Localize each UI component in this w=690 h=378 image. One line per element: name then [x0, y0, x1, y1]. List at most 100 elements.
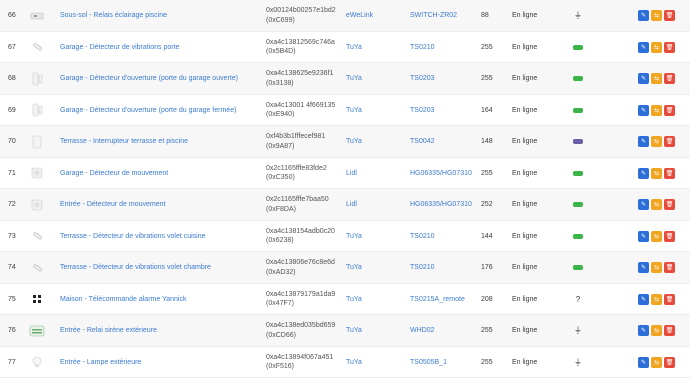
- edit-button[interactable]: ✎: [638, 262, 649, 273]
- manufacturer-link[interactable]: TuYa: [346, 315, 406, 346]
- device-index: 72: [8, 201, 16, 208]
- edit-button[interactable]: ✎: [638, 325, 649, 336]
- edit-button[interactable]: ✎: [638, 356, 649, 368]
- device-name-link[interactable]: Sous-sol - Relais éclairage piscine: [60, 0, 260, 31]
- device-name-link[interactable]: Garage - Détecteur d'ouverture (porte du…: [60, 95, 260, 126]
- rename-button[interactable]: ⇆: [651, 325, 662, 336]
- rename-button[interactable]: ⇆: [651, 262, 662, 273]
- device-name-link[interactable]: Terrasse - Détecteur de vibrations volet…: [60, 252, 260, 283]
- row-actions: ✎ ⇆ 🗑: [638, 0, 686, 31]
- row-actions: ✎ ⇆ 🗑: [638, 95, 686, 126]
- model-link[interactable]: SWITCH-ZR02: [410, 0, 490, 31]
- device-thumbnail: [27, 32, 47, 63]
- lqi-value: 255: [481, 43, 493, 51]
- device-address: 0x2c1165fffe83fde2 (0xC350): [266, 158, 346, 189]
- delete-button[interactable]: 🗑: [664, 73, 675, 84]
- manufacturer-link[interactable]: Lidl: [346, 189, 406, 220]
- manufacturer-link[interactable]: eWeLink: [346, 0, 406, 31]
- edit-button[interactable]: ✎: [638, 167, 649, 179]
- edit-button[interactable]: ✎: [638, 293, 649, 305]
- manufacturer-link[interactable]: TuYa: [346, 63, 406, 94]
- delete-button[interactable]: 🗑: [664, 262, 675, 273]
- lqi-value: 255: [481, 169, 493, 177]
- manufacturer-link[interactable]: TuYa: [346, 252, 406, 283]
- rename-button[interactable]: ⇆: [651, 199, 662, 210]
- device-name-link[interactable]: Garage - Détecteur de mouvement: [60, 158, 260, 189]
- delete-button[interactable]: 🗑: [664, 41, 675, 53]
- device-name-link[interactable]: Entrée - Lampe extérieure: [60, 347, 260, 378]
- model-link[interactable]: TS0215A_remote: [410, 284, 490, 315]
- status-text: En ligne: [512, 43, 538, 51]
- device-thumbnail: [27, 315, 47, 346]
- device-name-link[interactable]: Entrée - Détecteur de mouvement: [60, 189, 260, 220]
- rename-button[interactable]: ⇆: [651, 136, 662, 147]
- manufacturer-link[interactable]: TuYa: [346, 32, 406, 63]
- device-name-link[interactable]: Entrée - Relai sirène extérieure: [60, 315, 260, 346]
- device-name-link[interactable]: Garage - Détecteur de vibrations porte: [60, 32, 260, 63]
- model-link[interactable]: TS0210: [410, 221, 490, 252]
- rename-button[interactable]: ⇆: [651, 230, 662, 242]
- device-index: 66: [8, 12, 16, 19]
- lqi-value: 208: [481, 295, 493, 303]
- rename-button[interactable]: ⇆: [651, 73, 662, 84]
- network-address: (0xF516): [266, 363, 295, 370]
- device-name-link[interactable]: Maison - Télécommande alarme Yannick: [60, 284, 260, 315]
- delete-button[interactable]: 🗑: [664, 293, 675, 305]
- table-row: 66 Sous-sol - Relais éclairage piscine 0x0…: [0, 0, 690, 32]
- row-actions: ✎ ⇆ 🗑: [638, 158, 686, 189]
- manufacturer-link[interactable]: TuYa: [346, 95, 406, 126]
- row-actions: ✎ ⇆ 🗑: [638, 347, 686, 378]
- model-link[interactable]: TS0203: [410, 63, 490, 94]
- delete-button[interactable]: 🗑: [664, 136, 675, 147]
- model-link[interactable]: WHD02: [410, 315, 490, 346]
- manufacturer-link[interactable]: Lidl: [346, 158, 406, 189]
- device-name-link[interactable]: Terrasse - Interrupteur terrasse et pisc…: [60, 126, 260, 157]
- edit-button[interactable]: ✎: [638, 199, 649, 210]
- edit-button[interactable]: ✎: [638, 73, 649, 84]
- edit-button[interactable]: ✎: [638, 104, 649, 116]
- ieee-address: 0xa4c138154adb0c20: [266, 227, 335, 235]
- delete-button[interactable]: 🗑: [664, 199, 675, 210]
- model-link[interactable]: TS0210: [410, 32, 490, 63]
- battery-low-icon: [570, 126, 586, 157]
- model-link[interactable]: HG06335/HG07310: [410, 158, 490, 189]
- table-row: 71 Garage - Détecteur de mouvement 0x2c116…: [0, 157, 690, 189]
- delete-button[interactable]: 🗑: [664, 230, 675, 242]
- model-link[interactable]: TS0210: [410, 252, 490, 283]
- rename-button[interactable]: ⇆: [651, 10, 662, 21]
- device-thumbnail: [27, 221, 47, 252]
- network-address: (0xAD32): [266, 268, 296, 276]
- edit-button[interactable]: ✎: [638, 230, 649, 242]
- delete-button[interactable]: 🗑: [664, 356, 675, 368]
- device-index: 71: [8, 169, 16, 177]
- model-link[interactable]: TS0203: [410, 95, 490, 126]
- delete-button[interactable]: 🗑: [664, 104, 675, 116]
- device-name-link[interactable]: Terrasse - Détecteur de vibrations volet…: [60, 221, 260, 252]
- model-link[interactable]: TS0042: [410, 126, 490, 157]
- ieee-address: 0xa4c138ed035bd659: [266, 322, 336, 329]
- manufacturer-link[interactable]: TuYa: [346, 221, 406, 252]
- rename-button[interactable]: ⇆: [651, 104, 662, 116]
- edit-button[interactable]: ✎: [638, 10, 649, 21]
- rename-button[interactable]: ⇆: [651, 356, 662, 368]
- ieee-address: 0xa4c13894f067a451: [266, 353, 334, 361]
- device-name-link[interactable]: Garage - Détecteur d'ouverture (porte du…: [60, 63, 260, 94]
- device-index: 74: [8, 264, 16, 271]
- rename-button[interactable]: ⇆: [651, 293, 662, 305]
- model-link[interactable]: HG06335/HG07310: [410, 189, 490, 220]
- delete-button[interactable]: 🗑: [664, 167, 675, 179]
- manufacturer-link[interactable]: TuYa: [346, 126, 406, 157]
- rename-button[interactable]: ⇆: [651, 167, 662, 179]
- delete-button[interactable]: 🗑: [664, 325, 675, 336]
- manufacturer-link[interactable]: TuYa: [346, 284, 406, 315]
- rename-button[interactable]: ⇆: [651, 41, 662, 53]
- table-row: 74 Terrasse - Détecteur de vibrations vol…: [0, 252, 690, 284]
- table-row: 77 Entrée - Lampe extérieure 0xa4c13894f06…: [0, 346, 690, 378]
- delete-button[interactable]: 🗑: [664, 10, 675, 21]
- devices-table: 66 Sous-sol - Relais éclairage piscine 0x0…: [0, 0, 690, 378]
- ieee-address: 0x00124b00257e1bd2: [266, 7, 336, 14]
- manufacturer-link[interactable]: TuYa: [346, 347, 406, 378]
- model-link[interactable]: TS0505B_1: [410, 347, 490, 378]
- edit-button[interactable]: ✎: [638, 41, 649, 53]
- edit-button[interactable]: ✎: [638, 136, 649, 147]
